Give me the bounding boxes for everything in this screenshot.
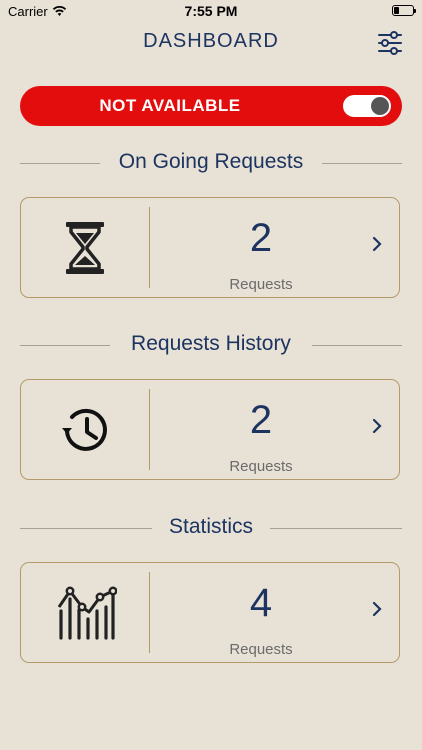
history-requests-unit: Requests [229, 458, 293, 475]
statistics-card[interactable]: 4 Requests [20, 562, 400, 663]
section-header-statistics: Statistics [20, 515, 402, 541]
availability-status-label: NOT AVAILABLE [99, 96, 241, 115]
hourglass-icon [21, 198, 149, 297]
chevron-right-icon [372, 418, 382, 439]
statistics-chart-icon [21, 563, 149, 662]
ongoing-requests-unit: Requests [229, 276, 293, 293]
section-header-ongoing: On Going Requests [20, 150, 402, 176]
availability-bar: NOT AVAILABLE [20, 86, 402, 126]
section-header-history: Requests History [20, 332, 402, 358]
chevron-right-icon [372, 601, 382, 622]
ongoing-requests-card[interactable]: 2 Requests [20, 197, 400, 298]
statistics-requests-unit: Requests [229, 641, 293, 658]
section-title-statistics: Statistics [158, 515, 264, 538]
sliders-icon [378, 31, 402, 55]
battery-icon [392, 5, 416, 16]
availability-toggle[interactable] [343, 95, 391, 117]
chevron-right-icon [372, 236, 382, 257]
toggle-knob [371, 97, 389, 115]
page-title: DASHBOARD [143, 30, 279, 52]
section-title-ongoing: On Going Requests [108, 150, 314, 173]
ongoing-requests-count: 2 [249, 216, 273, 260]
statistics-requests-count: 4 [249, 581, 273, 625]
filter-settings-button[interactable] [376, 30, 404, 56]
status-bar: Carrier 7:55 PM [0, 0, 422, 22]
requests-history-card[interactable]: 2 Requests [20, 379, 400, 480]
section-title-history: Requests History [121, 332, 301, 355]
history-requests-count: 2 [249, 398, 273, 442]
history-clock-icon [21, 380, 149, 479]
clock-time: 7:55 PM [184, 3, 238, 19]
